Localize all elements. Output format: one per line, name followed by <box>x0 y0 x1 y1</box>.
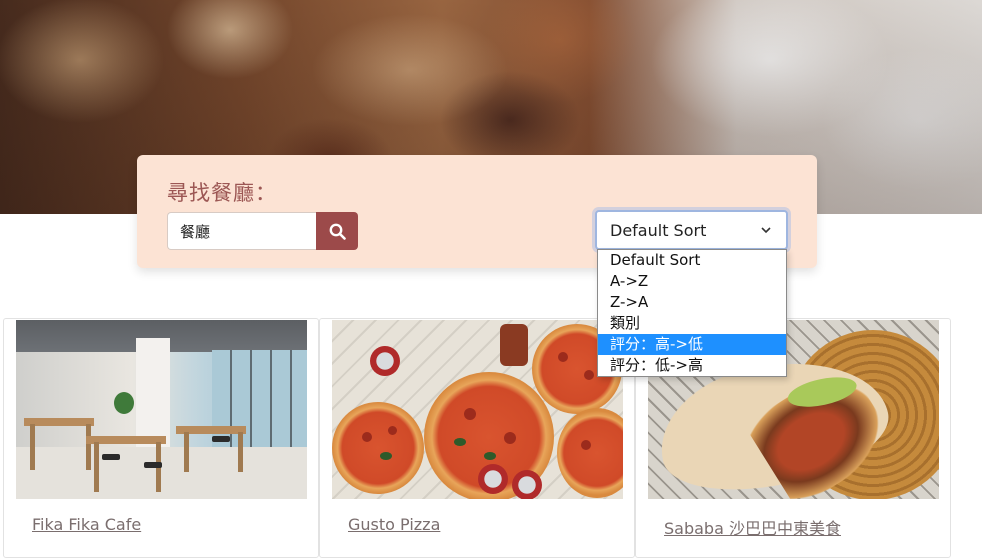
sort-option-category[interactable]: 類別 <box>598 313 786 334</box>
search-icon <box>329 223 346 240</box>
restaurant-card[interactable]: Fika Fika Cafe <box>3 318 319 558</box>
sort-option-z-a[interactable]: Z->A <box>598 292 786 313</box>
sort-option-rating-asc[interactable]: 評分：低->高 <box>598 355 786 376</box>
restaurant-name-link[interactable]: Sababa 沙巴巴中東美食 <box>664 515 841 539</box>
restaurant-name-link[interactable]: Gusto Pizza <box>348 515 440 534</box>
sort-select-value: Default Sort <box>610 220 707 240</box>
chevron-down-icon <box>761 227 771 234</box>
restaurant-card[interactable]: Gusto Pizza <box>319 318 635 558</box>
search-button[interactable] <box>316 212 358 250</box>
sort-dropdown-list: Default Sort A->Z Z->A 類別 評分：高->低 評分：低->… <box>597 249 787 377</box>
sort-select[interactable]: Default Sort <box>595 210 788 250</box>
search-title: 尋找餐廳： <box>167 181 277 205</box>
cafe-photo[interactable] <box>16 320 307 499</box>
sort-option-a-z[interactable]: A->Z <box>598 271 786 292</box>
pizza-photo[interactable] <box>332 320 623 499</box>
restaurant-list: Fika Fika Cafe Gusto Pizza Sababa 沙巴巴中東美… <box>0 318 982 558</box>
sort-option-rating-desc[interactable]: 評分：高->低 <box>598 334 786 355</box>
search-input[interactable] <box>167 212 317 250</box>
sort-option-default[interactable]: Default Sort <box>598 250 786 271</box>
restaurant-name-link[interactable]: Fika Fika Cafe <box>32 515 141 534</box>
